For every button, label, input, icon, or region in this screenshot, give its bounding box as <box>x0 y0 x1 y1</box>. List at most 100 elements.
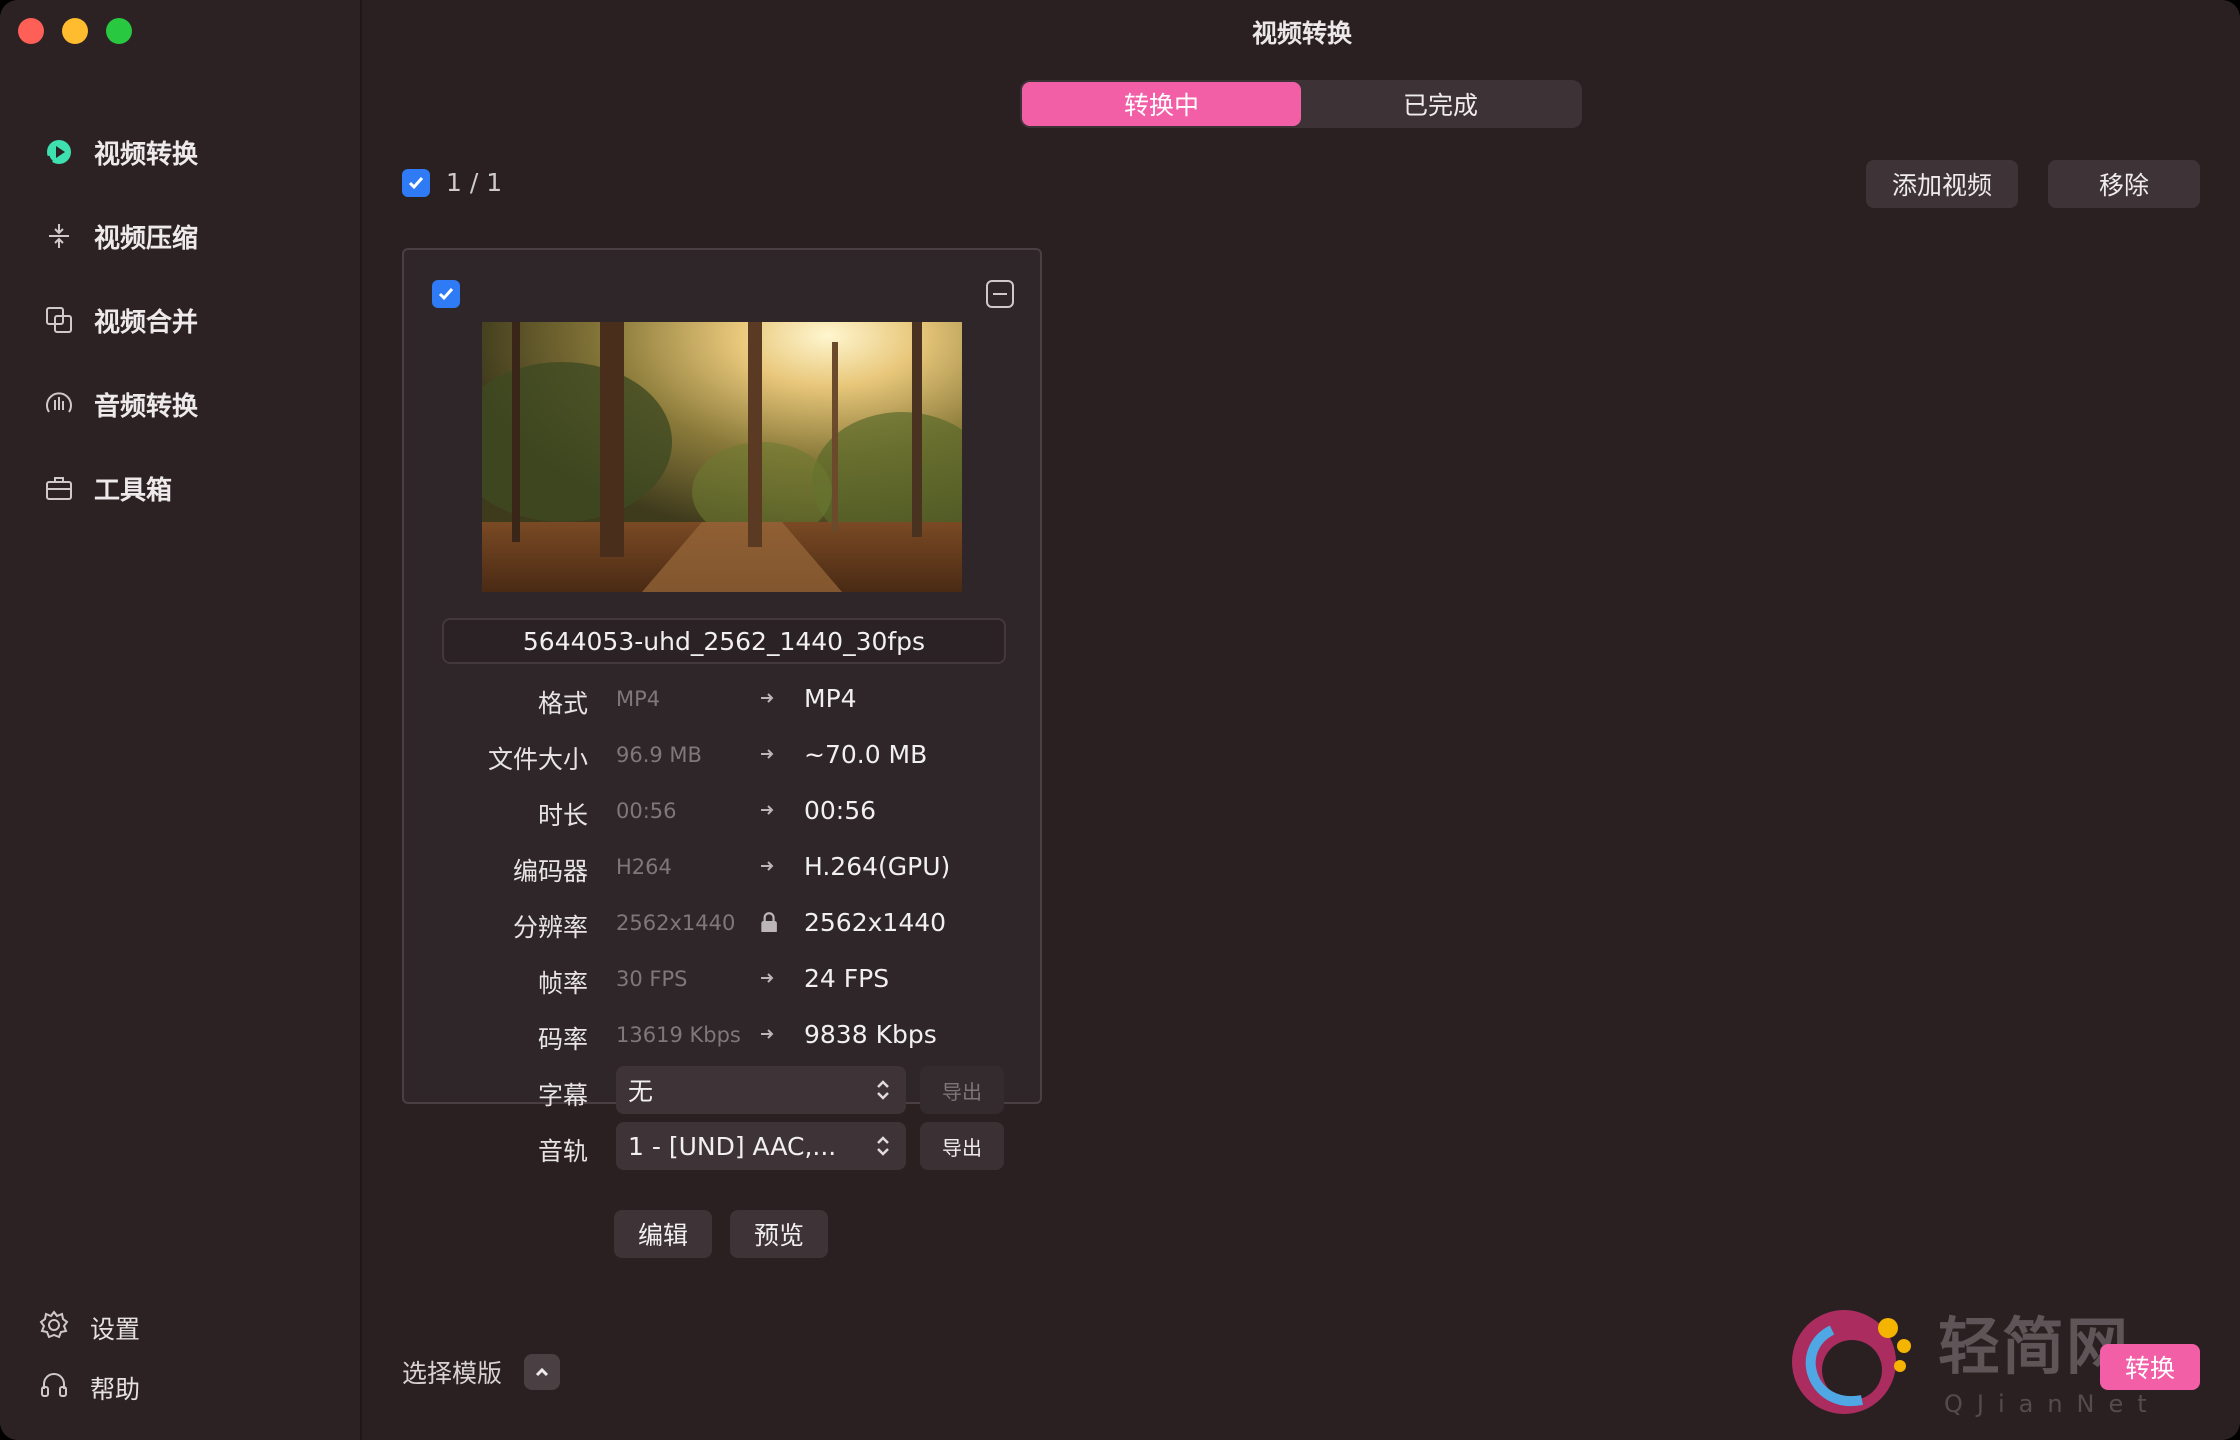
property-row-size: 文件大小 96.9 MB ~70.0 MB <box>404 728 1044 784</box>
tab-converting[interactable]: 转换中 <box>1022 82 1301 126</box>
property-original: 30 FPS <box>616 967 688 991</box>
subtitle-select-value: 无 <box>628 1077 654 1106</box>
convert-button[interactable]: 转换 <box>2100 1344 2200 1390</box>
tab-completed[interactable]: 已完成 <box>1301 82 1580 126</box>
checkmark-icon <box>438 288 454 301</box>
property-row-resolution: 分辨率 2562x1440 2562x1440 <box>404 896 1044 952</box>
template-label: 选择模版 <box>402 1359 503 1388</box>
property-row-duration: 时长 00:56 00:56 <box>404 784 1044 840</box>
audio-wave-icon <box>40 385 78 423</box>
help-label: 帮助 <box>90 1375 141 1404</box>
minimize-window-button[interactable] <box>62 18 88 44</box>
sidebar-item-label: 视频合并 <box>94 307 199 338</box>
lock-icon[interactable] <box>758 910 778 932</box>
zoom-window-button[interactable] <box>106 18 132 44</box>
property-converted[interactable]: MP4 <box>804 684 857 713</box>
window-title: 视频转换 <box>1251 19 1352 48</box>
subtitle-export-button[interactable]: 导出 <box>920 1066 1004 1114</box>
watermark-subtext: QJianNet <box>1944 1390 2161 1418</box>
sidebar: 视频转换 视频压缩 视频合并 音频转换 工具箱 设置 帮助 <box>0 0 362 1440</box>
window-controls <box>18 18 132 44</box>
property-converted[interactable]: 00:56 <box>804 796 876 825</box>
sidebar-item-settings[interactable]: 设置 <box>38 1298 140 1358</box>
select-all: 1 / 1 <box>402 168 502 197</box>
audio-track-value: 1 - [UND] AAC,... <box>628 1131 837 1161</box>
sidebar-item-audio-convert[interactable]: 音频转换 <box>40 362 340 446</box>
property-original: 13619 Kbps <box>616 1023 741 1047</box>
property-converted[interactable]: 24 FPS <box>804 964 889 993</box>
sidebar-item-toolbox[interactable]: 工具箱 <box>40 446 340 530</box>
property-label: 字幕 <box>537 1081 588 1110</box>
arrow-right-icon <box>761 861 774 871</box>
arrow-right-icon <box>761 973 774 983</box>
property-label: 音轨 <box>537 1137 588 1166</box>
sidebar-item-video-convert[interactable]: 视频转换 <box>40 110 340 194</box>
property-row-encoder: 编码器 H264 H.264(GPU) <box>404 840 1044 896</box>
preview-button[interactable]: 预览 <box>730 1210 828 1258</box>
property-original: 00:56 <box>616 799 677 823</box>
remove-button[interactable]: 移除 <box>2048 160 2200 208</box>
property-label: 帧率 <box>537 969 588 998</box>
remove-video-icon[interactable] <box>986 280 1014 308</box>
merge-icon <box>40 301 78 339</box>
arrow-right-icon <box>761 693 774 703</box>
property-row-format: 格式 MP4 MP4 <box>404 672 1044 728</box>
toolbox-icon <box>40 469 78 507</box>
property-label: 格式 <box>537 689 588 718</box>
property-converted[interactable]: H.264(GPU) <box>804 852 950 881</box>
filename-field[interactable]: 5644053-uhd_2562_1440_30fps <box>442 618 1006 664</box>
audio-track-select[interactable]: 1 - [UND] AAC,... <box>616 1122 906 1170</box>
chevron-updown-icon <box>877 1080 889 1100</box>
property-label: 文件大小 <box>487 745 588 774</box>
property-label: 码率 <box>537 1025 588 1054</box>
sidebar-item-help[interactable]: 帮助 <box>38 1358 140 1418</box>
edit-button[interactable]: 编辑 <box>614 1210 712 1258</box>
compress-icon <box>40 217 78 255</box>
property-converted[interactable]: ~70.0 MB <box>804 740 927 769</box>
sidebar-nav: 视频转换 视频压缩 视频合并 音频转换 工具箱 <box>40 110 340 530</box>
chevron-updown-icon <box>877 1136 889 1156</box>
template-selector[interactable]: 选择模版 <box>402 1354 561 1390</box>
property-label: 时长 <box>537 801 588 830</box>
property-row-subtitle: 字幕 无 导出 <box>404 1064 1044 1120</box>
close-window-button[interactable] <box>18 18 44 44</box>
arrow-right-icon <box>761 805 774 815</box>
video-checkbox[interactable] <box>432 280 460 308</box>
sidebar-item-label: 视频转换 <box>94 139 199 170</box>
property-label: 编码器 <box>512 857 588 886</box>
property-original: 96.9 MB <box>616 743 702 767</box>
sidebar-item-video-compress[interactable]: 视频压缩 <box>40 194 340 278</box>
select-all-checkbox[interactable] <box>402 168 430 197</box>
property-label: 分辨率 <box>512 913 588 942</box>
add-video-button[interactable]: 添加视频 <box>1866 160 2018 208</box>
property-converted[interactable]: 9838 Kbps <box>804 1020 937 1049</box>
property-row-bitrate: 码率 13619 Kbps 9838 Kbps <box>404 1008 1044 1064</box>
sidebar-bottom: 设置 帮助 <box>38 1298 140 1418</box>
property-original: H264 <box>616 855 672 879</box>
forest-thumbnail-image <box>482 322 962 592</box>
property-converted[interactable]: 2562x1440 <box>804 908 946 937</box>
status-tabs: 转换中 已完成 <box>1020 80 1582 128</box>
sidebar-item-label: 音频转换 <box>94 391 199 422</box>
arrow-right-icon <box>761 1029 774 1039</box>
audio-export-button[interactable]: 导出 <box>920 1122 1004 1170</box>
property-list: 格式 MP4 MP4 文件大小 96.9 MB ~70.0 MB 时长 00:5… <box>404 672 1044 1176</box>
sidebar-item-label: 视频压缩 <box>94 223 199 254</box>
video-thumbnail[interactable] <box>482 322 962 592</box>
checkmark-icon <box>408 176 424 189</box>
sidebar-item-video-merge[interactable]: 视频合并 <box>40 278 340 362</box>
settings-label: 设置 <box>90 1315 141 1344</box>
gear-icon <box>38 1309 70 1347</box>
chevron-up-icon[interactable] <box>524 1354 561 1390</box>
property-original: 2562x1440 <box>616 911 736 935</box>
property-original: MP4 <box>616 687 661 711</box>
video-convert-icon <box>40 133 78 171</box>
main-panel: 视频转换 转换中 已完成 1 / 1 添加视频 移除 5644053-uhd_2… <box>364 0 2240 1440</box>
arrow-right-icon <box>761 749 774 759</box>
selection-count: 1 / 1 <box>446 168 503 197</box>
headset-icon <box>38 1369 70 1407</box>
property-row-framerate: 帧率 30 FPS 24 FPS <box>404 952 1044 1008</box>
app-window: 视频转换 视频压缩 视频合并 音频转换 工具箱 设置 帮助 视频转换 转换中 已… <box>0 0 2240 1440</box>
video-card: 5644053-uhd_2562_1440_30fps 格式 MP4 MP4 文… <box>402 248 1042 1258</box>
subtitle-select[interactable]: 无 <box>616 1066 906 1114</box>
